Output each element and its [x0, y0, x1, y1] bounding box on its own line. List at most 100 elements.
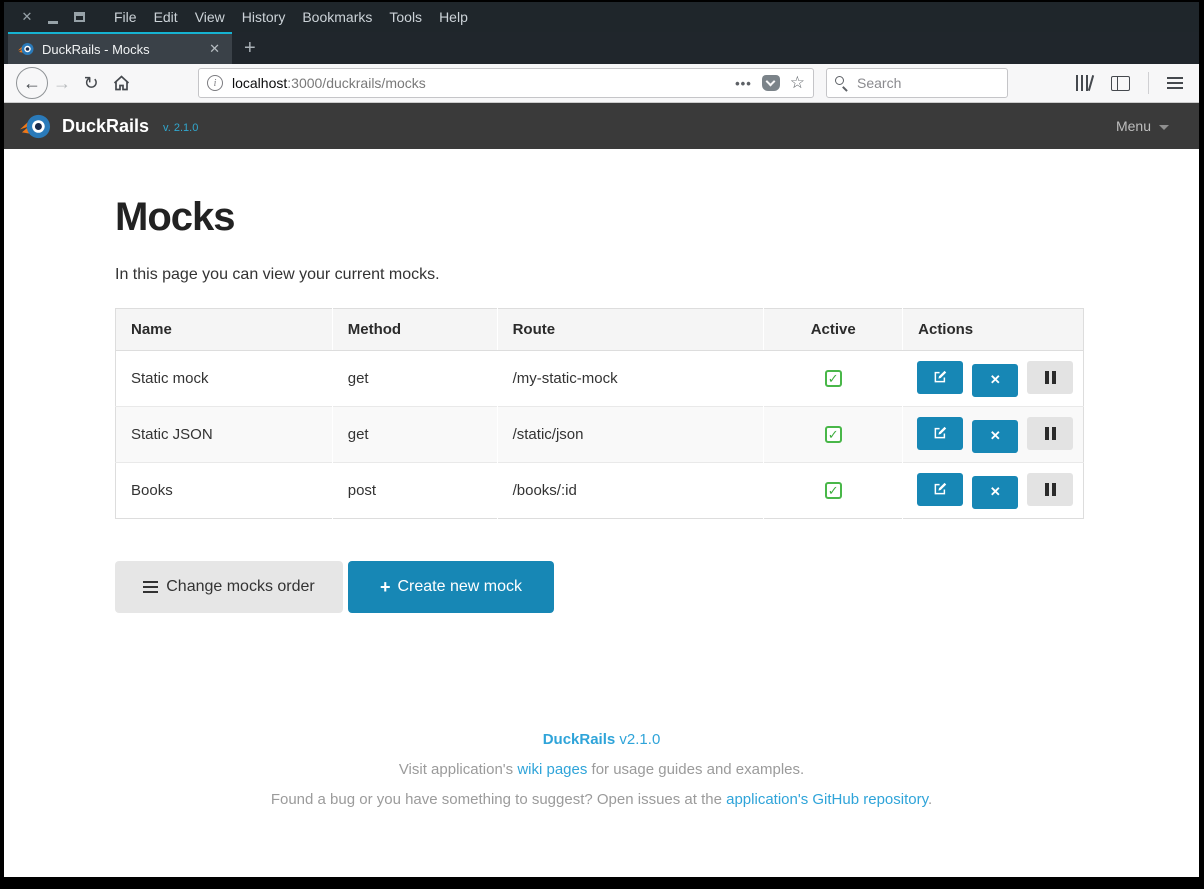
- header-method: Method: [332, 309, 497, 351]
- toolbar-separator: [1148, 72, 1149, 94]
- table-row: Books post /books/:id ✓ ✕: [116, 463, 1084, 519]
- pause-icon: [1045, 371, 1056, 384]
- delete-button[interactable]: ✕: [972, 476, 1018, 509]
- header-active: Active: [764, 309, 903, 351]
- sidebar-toggle-icon[interactable]: [1111, 76, 1130, 91]
- menu-tools[interactable]: Tools: [389, 9, 422, 25]
- table-header-row: Name Method Route Active Actions: [116, 309, 1084, 351]
- new-tab-button[interactable]: +: [232, 32, 268, 64]
- tab-close-icon[interactable]: ✕: [205, 39, 224, 59]
- table-row: Static mock get /my-static-mock ✓ ✕: [116, 351, 1084, 407]
- mock-route: /books/:id: [497, 463, 764, 519]
- browser-menu: File Edit View History Bookmarks Tools H…: [114, 9, 468, 25]
- active-checkbox-icon: ✓: [825, 426, 842, 443]
- change-mocks-order-button[interactable]: Change mocks order: [115, 561, 343, 613]
- back-button[interactable]: ←: [16, 67, 48, 99]
- navbar-menu-label: Menu: [1116, 118, 1151, 134]
- github-repo-link[interactable]: application's GitHub repository: [726, 791, 928, 808]
- navbar-menu-dropdown[interactable]: Menu: [1116, 118, 1169, 134]
- page-title: Mocks: [115, 195, 1199, 240]
- footer-github-post: .: [928, 791, 932, 808]
- pause-icon: [1045, 427, 1056, 440]
- wiki-pages-link[interactable]: wiki pages: [517, 761, 587, 778]
- window-close-icon[interactable]: ✕: [20, 10, 34, 24]
- active-checkbox-icon: ✓: [825, 370, 842, 387]
- x-icon: ✕: [990, 428, 1001, 444]
- pause-button[interactable]: [1027, 473, 1073, 506]
- library-icon[interactable]: [1075, 75, 1093, 91]
- delete-button[interactable]: ✕: [972, 420, 1018, 453]
- mocks-table: Name Method Route Active Actions Static …: [115, 308, 1084, 519]
- menu-help[interactable]: Help: [439, 9, 468, 25]
- system-menubar: ✕ File Edit View History Bookmarks Tools…: [4, 2, 1199, 32]
- home-icon: [113, 75, 130, 91]
- url-text[interactable]: localhost:3000/duckrails/mocks: [232, 75, 735, 91]
- edit-pencil-icon: [933, 370, 947, 384]
- x-icon: ✕: [990, 372, 1001, 388]
- header-route: Route: [497, 309, 764, 351]
- menu-bookmarks[interactable]: Bookmarks: [302, 9, 372, 25]
- browser-window: ✕ File Edit View History Bookmarks Tools…: [4, 2, 1199, 877]
- change-order-label: Change mocks order: [166, 578, 315, 596]
- mock-name: Static mock: [116, 351, 333, 407]
- url-bar[interactable]: i localhost:3000/duckrails/mocks ••• ☆: [198, 68, 814, 98]
- menu-history[interactable]: History: [242, 9, 286, 25]
- footer-wiki-pre: Visit application's: [399, 761, 517, 778]
- page-footer: DuckRails v2.1.0 Visit application's wik…: [115, 731, 1088, 808]
- tab-title: DuckRails - Mocks: [42, 42, 205, 57]
- page-actions-icon[interactable]: •••: [735, 76, 752, 91]
- create-new-label: Create new mock: [398, 578, 523, 596]
- active-checkbox-icon: ✓: [825, 482, 842, 499]
- home-button[interactable]: [106, 67, 136, 99]
- footer-version-link[interactable]: v2.1.0: [619, 731, 660, 748]
- page-content: Mocks In this page you can view your cur…: [4, 149, 1199, 877]
- footer-brand-link[interactable]: DuckRails: [543, 731, 616, 748]
- forward-button[interactable]: →: [48, 67, 76, 99]
- create-new-mock-button[interactable]: + Create new mock: [348, 561, 554, 613]
- page-subtitle: In this page you can view your current m…: [115, 266, 1199, 284]
- table-row: Static JSON get /static/json ✓ ✕: [116, 407, 1084, 463]
- menu-edit[interactable]: Edit: [154, 9, 178, 25]
- edit-button[interactable]: [917, 417, 963, 450]
- plus-icon: +: [380, 577, 391, 598]
- x-icon: ✕: [990, 484, 1001, 500]
- window-maximize-icon[interactable]: [72, 10, 86, 24]
- browser-toolbar: ← → ↻ i localhost:3000/duckrails/mocks •…: [4, 64, 1199, 103]
- mock-name: Books: [116, 463, 333, 519]
- search-input[interactable]: [857, 75, 987, 91]
- duckrails-logo-icon[interactable]: [20, 111, 51, 142]
- delete-button[interactable]: ✕: [972, 364, 1018, 397]
- edit-button[interactable]: [917, 361, 963, 394]
- bookmark-star-icon[interactable]: ☆: [790, 73, 805, 93]
- tab-bar: DuckRails - Mocks ✕ +: [4, 32, 1199, 64]
- search-box[interactable]: [826, 68, 1008, 98]
- url-path: :3000/duckrails/mocks: [287, 75, 426, 91]
- edit-pencil-icon: [933, 426, 947, 440]
- chevron-down-icon: [1159, 125, 1169, 130]
- header-actions: Actions: [903, 309, 1084, 351]
- menu-view[interactable]: View: [195, 9, 225, 25]
- footer-github-pre: Found a bug or you have something to sug…: [271, 791, 726, 808]
- brand-name[interactable]: DuckRails: [62, 116, 149, 137]
- mock-method: post: [332, 463, 497, 519]
- mock-method: get: [332, 407, 497, 463]
- pause-button[interactable]: [1027, 361, 1073, 394]
- pause-button[interactable]: [1027, 417, 1073, 450]
- header-name: Name: [116, 309, 333, 351]
- url-domain: localhost: [232, 75, 287, 91]
- site-info-icon[interactable]: i: [207, 75, 223, 91]
- reload-button[interactable]: ↻: [76, 67, 106, 99]
- pocket-icon[interactable]: [762, 75, 780, 91]
- footer-version-line: DuckRails v2.1.0: [115, 731, 1088, 748]
- window-controls: ✕: [4, 10, 100, 24]
- footer-github-line: Found a bug or you have something to sug…: [115, 791, 1088, 808]
- brand-version: v. 2.1.0: [163, 122, 198, 134]
- app-navbar: DuckRails v. 2.1.0 Menu: [4, 103, 1199, 149]
- footer-wiki-post: for usage guides and examples.: [587, 761, 804, 778]
- tab-duckrails-mocks[interactable]: DuckRails - Mocks ✕: [8, 32, 232, 64]
- edit-button[interactable]: [917, 473, 963, 506]
- window-minimize-icon[interactable]: [46, 10, 60, 24]
- menu-file[interactable]: File: [114, 9, 137, 25]
- browser-menu-icon[interactable]: [1167, 77, 1183, 89]
- mock-route: /my-static-mock: [497, 351, 764, 407]
